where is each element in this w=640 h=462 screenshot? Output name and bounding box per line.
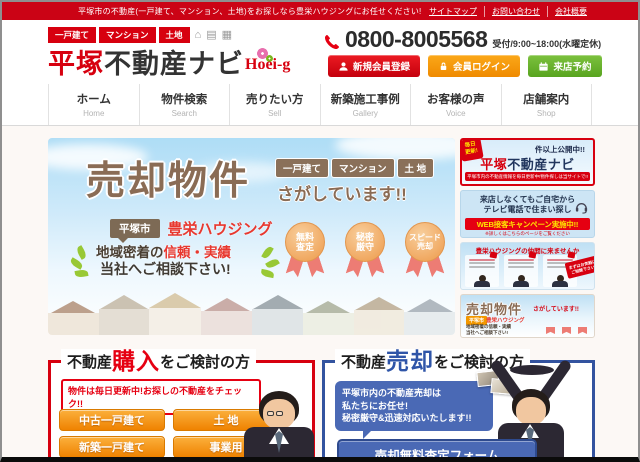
nav-search[interactable]: 物件検索 Search	[138, 84, 230, 125]
hero-property-tags: 一戸建て マンション 土 地	[276, 159, 434, 177]
sidebar-banner-mini-hero[interactable]: 売却物件 さがしています!! 平塚市 豊栄ハウジング 地域密着の信頼・実績 当社…	[460, 294, 595, 338]
hero-title: 売却物件	[86, 160, 251, 203]
phone-icon	[325, 35, 339, 49]
flag-icon	[489, 251, 498, 259]
nav-home[interactable]: ホーム Home	[48, 84, 139, 125]
phone-block: 0800-8005568 受付/9:00~18:00(水曜定休)	[324, 26, 601, 53]
medal-speed-sale: スピード 売却	[404, 222, 446, 280]
purchase-section: 不動産購入をご検討の方 物件は毎日更新中!お探しの不動産をチェック!! 中古一戸…	[48, 349, 316, 462]
medal-free-assessment: 無料 査定	[284, 222, 326, 280]
mini-company: 豊栄ハウジング	[486, 318, 525, 324]
mini-medal-icon	[544, 315, 557, 334]
logo-text-red: 平塚	[48, 49, 104, 79]
building-icon: ▤	[206, 28, 217, 41]
reserve-button[interactable]: 来店予約	[528, 55, 602, 77]
tag-land: 土地	[158, 27, 190, 43]
recruit-columns	[465, 251, 577, 287]
campaign-band: WEB接客キャンペーン実施中!!	[465, 218, 590, 230]
nav-gallery[interactable]: 新築施工事例 Gallery	[319, 84, 411, 125]
hero-medals: 無料 査定 秘密 厳守 スピード 売却	[284, 222, 446, 280]
nav-sell[interactable]: 売りたい方 Sell	[229, 84, 320, 125]
recruit-card	[504, 251, 538, 287]
staff-photo	[552, 275, 568, 287]
sidebar-banner-recruit[interactable]: 豊栄ハウジングの仲間に来ませんか まずはお気軽に ご相談下さい!	[460, 242, 595, 290]
purchase-title: 不動産購入をご検討の方	[61, 349, 257, 375]
sell-assessment-form-button[interactable]: 売却無料査定フォーム	[337, 439, 537, 462]
link-sitemap[interactable]: サイトマップ	[422, 6, 484, 17]
hero-tag-mansion: マンション	[332, 159, 394, 177]
link-contact[interactable]: お問い合わせ	[484, 5, 547, 17]
hero-trust-line: 地域密着の信頼・実績	[96, 245, 231, 260]
top-utility-bar: 平塚市の不動産(一戸建て、マンション、土地)をお探しなら豊栄ハウジングにお任せく…	[2, 2, 638, 20]
mini-medal-icon	[560, 315, 573, 334]
button-used-house[interactable]: 中古一戸建て	[59, 409, 165, 431]
site-catchphrase: 平塚市の不動産(一戸建て、マンション、土地)をお探しなら豊栄ハウジングにお任せく…	[78, 6, 422, 16]
link-company[interactable]: 会社概要	[547, 5, 594, 17]
phone-number: 0800-8005568	[345, 26, 488, 52]
phone-hours: 受付/9:00~18:00(水曜定休)	[492, 39, 602, 49]
property-type-tags: 一戸建て マンション 土地 ⌂ ▤ ▦	[48, 27, 232, 43]
page: 平塚市の不動産(一戸建て、マンション、土地)をお探しなら豊栄ハウジングにお任せく…	[0, 0, 640, 462]
sell-section: 不動産売却をご検討の方 平塚市内の不動産売却は 私たちにお任せ! 秘密厳守&迅速…	[322, 349, 595, 462]
mini-medal-icon	[576, 315, 589, 334]
headset-icon	[575, 203, 588, 214]
register-label: 新規会員登録	[353, 62, 411, 73]
cloud-decoration	[335, 138, 455, 160]
logo-text-dark: 不動産ナビ	[104, 49, 244, 79]
sidebar-banner-web-campaign[interactable]: 来店しなくてもご自宅から テレビ電話で住まい探し WEB接客キャンペーン実施中!…	[460, 190, 595, 238]
city-tag: 平塚市	[110, 219, 160, 243]
flag-icon	[567, 251, 576, 259]
house-icon: ⌂	[194, 28, 202, 41]
mini-hero-subtitle: さがしています!!	[533, 307, 579, 313]
campaign-note: ※詳しくはこちらのページをご覧ください	[485, 231, 570, 236]
flag-icon	[528, 251, 537, 259]
sidebar-strip-text: 平塚市内の不動産情報を毎日更新中!物件探しは当サイトで!!	[465, 172, 590, 181]
staff-photo	[513, 275, 529, 287]
medal-confidential: 秘密 厳守	[344, 222, 386, 280]
staff-photo-purchase	[242, 391, 316, 462]
tag-mansion: マンション	[99, 27, 156, 43]
houses-illustration	[48, 293, 455, 335]
sell-bubble: 平塚市内の不動産売却は 私たちにお任せ! 秘密厳守&迅速対応いたします!!	[335, 381, 493, 439]
nav-shop[interactable]: 店舗案内 Shop	[500, 84, 592, 125]
mini-medals	[544, 315, 589, 334]
mini-consult-line: 当社へご相談下さい!	[466, 330, 508, 335]
calendar-icon	[539, 61, 549, 71]
company-logo-hoei: Hoei-g	[245, 56, 291, 73]
recruit-card	[465, 251, 499, 287]
land-icon: ▦	[221, 28, 233, 41]
glasses-icon	[267, 411, 283, 416]
tag-detached-house: 一戸建て	[48, 27, 97, 43]
login-button[interactable]: 会員ログイン	[428, 55, 520, 77]
nav-voice[interactable]: お客様の声 Voice	[410, 84, 501, 125]
lock-icon	[440, 62, 447, 70]
sidebar-site-title: 平塚不動産ナビ	[480, 157, 575, 172]
reserve-label: 来店予約	[553, 62, 592, 73]
hero-city-row: 平塚市 豊栄ハウジング	[110, 218, 273, 243]
site-logo[interactable]: 平塚不動産ナビ	[48, 42, 244, 81]
hero-banner[interactable]: 売却物件 一戸建て マンション 土 地 さがしています!! 平塚市 豊栄ハウジン…	[48, 138, 455, 335]
sidebar-banner-listings[interactable]: 毎日 更新! 件以上公開中!! 平塚不動産ナビ 平塚市内の不動産情報を毎日更新中…	[460, 138, 595, 186]
site-header: 一戸建て マンション 土地 ⌂ ▤ ▦ 平塚不動産ナビ Hoei-g 0800-…	[2, 20, 638, 84]
main-nav: ホーム Home 物件検索 Search 売りたい方 Sell 新築施工事例 Galle…	[2, 84, 638, 126]
hero-tag-land: 土 地	[397, 159, 434, 177]
company-name: 豊栄ハウジング	[167, 221, 273, 238]
utility-links: サイトマップ お問い合わせ 会社概要	[422, 5, 638, 17]
button-new-house[interactable]: 新築一戸建て	[59, 436, 165, 458]
login-label: 会員ログイン	[453, 62, 511, 73]
hero-tag-detached: 一戸建て	[276, 159, 329, 177]
hero-consult-line: 当社へご相談下さい!	[100, 261, 231, 277]
register-button[interactable]: 新規会員登録	[328, 55, 420, 77]
header-buttons: 新規会員登録 会員ログイン 来店予約	[328, 55, 602, 77]
staff-photo	[474, 275, 490, 287]
person-icon	[339, 61, 348, 71]
hero-subtitle: さがしています!!	[277, 185, 407, 204]
